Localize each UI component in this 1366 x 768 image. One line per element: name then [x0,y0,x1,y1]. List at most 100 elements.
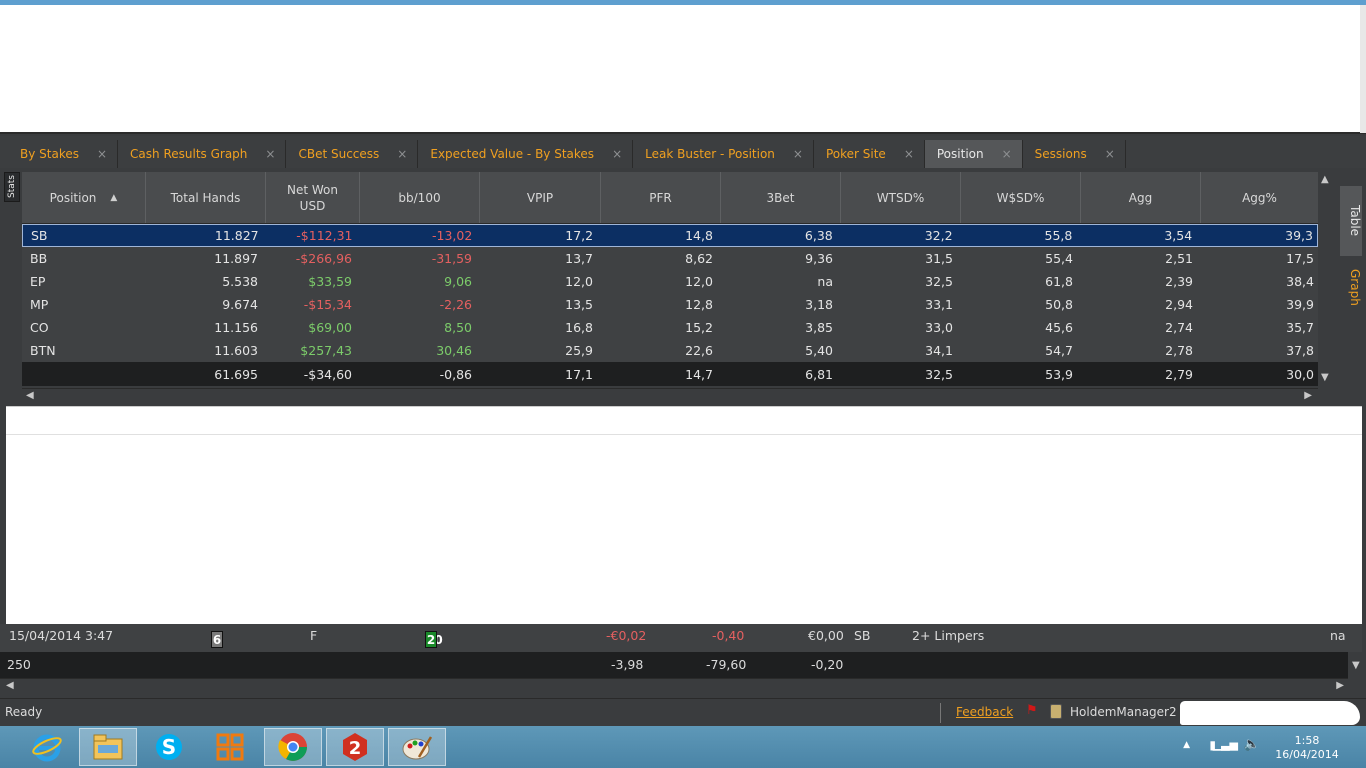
explorer-icon[interactable] [79,728,137,766]
cell-wsd: 55,8 [1044,228,1073,243]
cell-bb: 8,50 [444,320,472,335]
cell-pfr: 22,6 [685,343,713,358]
table-row[interactable]: SB 11.827 -$112,31 -13,02 17,2 14,8 6,38 32,2 55… [22,224,1318,247]
col-vpip[interactable]: VPIP [480,172,601,223]
cell-bb: 30,46 [436,343,472,358]
tab-position[interactable]: Position × [924,140,1023,168]
cell-net: $257,43 [300,343,352,358]
card: 6 [211,631,223,648]
tab-leak-buster-position[interactable]: Leak Buster - Position × [633,140,814,168]
cell-tb: 6,38 [804,228,833,243]
close-icon[interactable]: × [97,147,107,161]
volume-icon[interactable]: 🔈 [1244,737,1260,752]
hand-preflop-action: 2+ Limpers [912,628,985,643]
hand-ev: €0,00 [808,628,844,643]
close-icon[interactable]: × [612,147,622,161]
scroll-down-icon[interactable]: ▼ [1321,372,1329,383]
close-icon[interactable]: × [397,147,407,161]
graph-view-tab[interactable]: Graph [1340,262,1362,312]
tab-expected-value-by-stakes[interactable]: Expected Value - By Stakes × [418,140,634,168]
close-icon[interactable]: × [1105,147,1115,161]
close-icon[interactable]: × [1002,147,1012,161]
flag-icon[interactable]: ⚑ [1026,703,1038,718]
col-agg[interactable]: Agg [1081,172,1201,223]
scroll-up-icon[interactable]: ▲ [1321,174,1329,185]
cell-wsd: 61,8 [1045,274,1073,289]
hands-scroll-right-icon[interactable]: ▶ [1336,680,1344,691]
total-hands: 61.695 [214,366,258,382]
close-icon[interactable]: × [265,147,275,161]
table-row[interactable]: EP 5.538 $33,59 9,06 12,0 12,0 na 32,5 61,8 2,39 3… [22,270,1318,293]
holdemmanager-icon[interactable]: 2 [326,728,384,766]
database-name[interactable]: HoldemManager2 [1070,705,1177,719]
hands-total-won: -3,98 [611,657,644,672]
cell-pfr: 12,8 [685,297,713,312]
grid-horizontal-scrollbar[interactable]: ◀ ▶ [22,388,1318,403]
feedback-link[interactable]: Feedback [956,705,1013,719]
office-icon[interactable] [201,728,259,766]
total-pfr: 14,7 [685,366,713,382]
cell-vpip: 16,8 [565,320,593,335]
cell-net: -$266,96 [295,251,352,266]
table-view-tab[interactable]: Table [1340,186,1362,256]
scroll-right-icon[interactable]: ▶ [1304,390,1312,401]
ie-icon[interactable] [18,728,76,766]
col-wtsd[interactable]: WTSD% [841,172,961,223]
tab-poker-site[interactable]: Poker Site × [814,140,925,168]
cell-pos: BB [30,251,48,266]
hands-total-ev: -0,20 [811,657,844,672]
col-3bet[interactable]: 3Bet [721,172,841,223]
close-icon[interactable]: × [904,147,914,161]
hands-horizontal-scrollbar[interactable]: ◀ ▶ [0,678,1348,694]
col-net-won[interactable]: Net Won USD [266,172,360,223]
cell-pos: BTN [30,343,56,358]
cell-pos: MP [30,297,49,312]
tab-label: Leak Buster - Position [645,147,775,161]
tab-cbet-success[interactable]: CBet Success × [286,140,419,168]
col-bb100[interactable]: bb/100 [360,172,480,223]
signal-icon[interactable]: ▁▃▅ [1213,738,1238,751]
col-position[interactable]: Position ▲ [22,172,146,223]
status-separator [940,703,941,723]
paint-icon[interactable] [388,728,446,766]
cell-hands: 11.603 [214,343,258,358]
tab-cash-results-graph[interactable]: Cash Results Graph × [118,140,287,168]
clock[interactable]: 1:58 16/04/2014 [1272,734,1342,762]
col-total-hands[interactable]: Total Hands [146,172,266,223]
chrome-icon[interactable] [264,728,322,766]
tray-expand-icon[interactable]: ▲ [1183,740,1190,750]
top-scrollbar[interactable] [1360,5,1366,133]
skype-icon[interactable]: S [140,728,198,766]
cell-wtsd: 33,1 [925,297,953,312]
hand-row[interactable]: 15/04/2014 3:47 A6 F 710JA2 -€0,02 -0,40… [0,624,1362,652]
stats-side-tab[interactable]: Stats [4,172,20,202]
redacted-area [1180,701,1360,725]
table-row[interactable]: CO 11.156 $69,00 8,50 16,8 15,2 3,85 33,0 45,6 2,… [22,316,1318,339]
col-agg-pct[interactable]: Agg% [1201,172,1318,223]
table-row[interactable]: MP 9.674 -$15,34 -2,26 13,5 12,8 3,18 33,1 50,8 2… [22,293,1318,316]
cell-hands: 11.827 [214,228,259,243]
cell-pos: CO [30,320,49,335]
total-net: -$34,60 [303,366,352,382]
col-wsd[interactable]: W$SD% [961,172,1081,223]
tab-sessions[interactable]: Sessions × [1023,140,1126,168]
close-icon[interactable]: × [793,147,803,161]
hands-panel-blank [6,406,1362,624]
col-pfr[interactable]: PFR [601,172,721,223]
grid-vertical-scrollbar[interactable]: ▲ ▼ [1318,172,1334,388]
hands-scroll-left-icon[interactable]: ◀ [6,680,14,691]
cell-net: -$112,31 [296,228,353,243]
table-row[interactable]: BTN 11.603 $257,43 30,46 25,9 22,6 5,40 34,1 54,… [22,339,1318,362]
cell-vpip: 17,2 [565,228,594,243]
cell-agg: 2,39 [1165,274,1193,289]
cell-hands: 11.897 [214,251,258,266]
hands-scroll-down-icon[interactable]: ▼ [1352,660,1360,671]
total-wsd: 53,9 [1045,366,1073,382]
table-row[interactable]: BB 11.897 -$266,96 -31,59 13,7 8,62 9,36 31,5 55… [22,247,1318,270]
scroll-left-icon[interactable]: ◀ [26,390,34,401]
cell-agg: 2,78 [1165,343,1193,358]
tab-by-stakes[interactable]: By Stakes × [8,140,119,168]
hand-won: -€0,02 [606,628,647,643]
status-bar: Ready Feedback ⚑ HoldemManager2 [0,698,1366,726]
cell-pfr: 8,62 [685,251,713,266]
